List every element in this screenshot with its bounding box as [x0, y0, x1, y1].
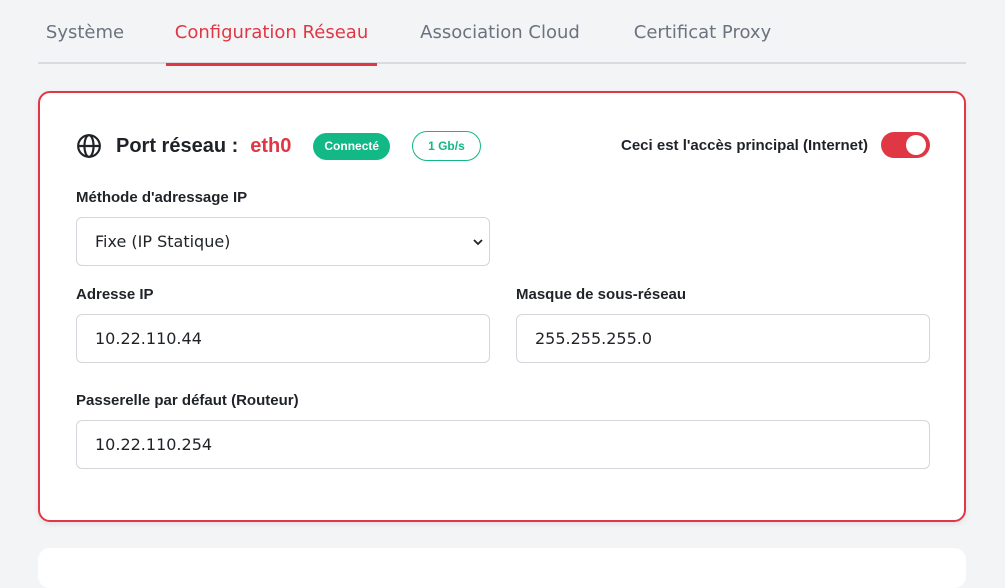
- gateway-field[interactable]: 10.22.110.254: [76, 420, 930, 469]
- tab-systeme[interactable]: Système: [38, 0, 132, 64]
- method-select-value: Fixe (IP Statique): [95, 232, 231, 251]
- mask-label: Masque de sous-réseau: [516, 286, 687, 303]
- primary-access-toggle[interactable]: [881, 132, 930, 158]
- network-port-card: Port réseau : eth0 Connecté 1 Gb/s Ceci …: [38, 91, 966, 522]
- port-label: Port réseau :: [116, 134, 239, 157]
- subnet-mask-field[interactable]: 255.255.255.0: [516, 314, 930, 363]
- tab-certificat-proxy[interactable]: Certificat Proxy: [626, 0, 779, 64]
- port-header: Port réseau : eth0 Connecté 1 Gb/s: [76, 129, 481, 163]
- speed-badge: 1 Gb/s: [412, 131, 481, 161]
- ip-address-value: 10.22.110.44: [95, 329, 202, 348]
- port-name: eth0: [250, 134, 292, 157]
- subnet-mask-value: 255.255.255.0: [535, 329, 653, 348]
- ip-label: Adresse IP: [76, 286, 154, 303]
- tab-label: Configuration Réseau: [174, 21, 369, 43]
- tab-association-cloud[interactable]: Association Cloud: [415, 0, 585, 64]
- tab-bar: Système Configuration Réseau Association…: [38, 0, 966, 66]
- tab-configuration-reseau[interactable]: Configuration Réseau: [166, 0, 377, 66]
- tab-label: Système: [45, 21, 125, 43]
- primary-access-control: Ceci est l'accès principal (Internet): [621, 131, 930, 159]
- ip-address-field[interactable]: 10.22.110.44: [76, 314, 490, 363]
- method-label: Méthode d'adressage IP: [76, 189, 248, 206]
- chevron-down-icon: [473, 239, 483, 246]
- gateway-label: Passerelle par défaut (Routeur): [76, 392, 299, 409]
- next-card: [38, 548, 966, 588]
- toggle-knob: [906, 135, 926, 155]
- globe-icon: [77, 134, 101, 158]
- status-badge: Connecté: [313, 132, 391, 160]
- method-select[interactable]: Fixe (IP Statique): [76, 217, 490, 266]
- tab-label: Association Cloud: [420, 21, 580, 43]
- primary-access-label: Ceci est l'accès principal (Internet): [621, 136, 868, 154]
- tab-label: Certificat Proxy: [633, 21, 772, 43]
- gateway-value: 10.22.110.254: [95, 435, 213, 454]
